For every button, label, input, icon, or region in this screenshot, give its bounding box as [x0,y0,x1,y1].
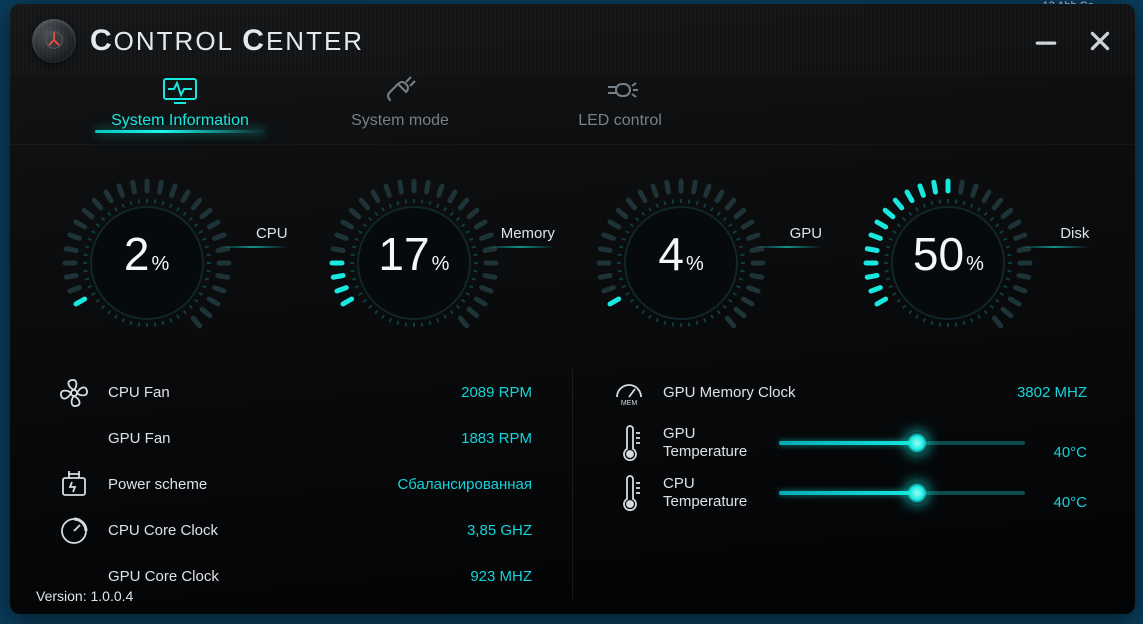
stat-value: 923 MHZ [470,568,532,585]
stat-value: Сбалансированная [397,476,532,493]
stat-row: Power schemeСбалансированная [58,461,532,507]
stats-col-left: CPU Fan2089 RPMGPU Fan1883 RPMPower sche… [58,369,573,599]
tab-led-control[interactable]: LED control [510,70,730,144]
stats-col-right: MEM GPU Memory Clock 3802 MHZ GPUTempera… [613,369,1087,599]
temp-label: CPUTemperature [663,475,773,511]
gauge-row: CPU 2% Memory 17% GPU 4% Disk 50% [10,145,1135,355]
stat-row: CPU Fan2089 RPM [58,369,532,415]
stat-label: CPU Fan [108,384,461,401]
gauge-cpu: CPU 2% [52,175,292,345]
power-icon [58,469,90,499]
stat-label: Power scheme [108,476,397,493]
stat-label: GPU Core Clock [108,568,470,585]
gauge-label: GPU [752,225,822,252]
stat-label: GPU Fan [108,430,461,447]
stat-label: CPU Core Clock [108,522,467,539]
temp-value: 40°C [1031,444,1087,461]
stat-value: 2089 RPM [461,384,532,401]
close-button[interactable] [1087,28,1113,54]
stat-value: 1883 RPM [461,430,532,447]
tab-system-mode[interactable]: System mode [290,70,510,144]
temp-label: GPUTemperature [663,425,773,461]
gauge-label: Disk [1019,225,1089,252]
gauge-value: 50% [889,227,1007,281]
tab-label: LED control [578,112,662,129]
gauge-value: 4% [622,227,740,281]
gauge-label: CPU [218,225,288,252]
version-footer: Version: 1.0.0.4 [36,588,133,604]
temp-value: 40°C [1031,494,1087,511]
led-icon [510,76,730,106]
stat-row: GPU Fan1883 RPM [58,415,532,461]
minimize-button[interactable] [1033,28,1059,54]
thermometer-icon [613,425,645,461]
stat-row: CPU Core Clock3,85 GHZ [58,507,532,553]
stat-value: 3802 MHZ [1017,384,1087,401]
stat-label: GPU Memory Clock [663,384,1017,401]
gauge-value: 2% [88,227,206,281]
gpu-temp-row: GPUTemperature 40°C [613,415,1087,465]
thermometer-icon [613,475,645,511]
svg-text:MEM: MEM [621,400,638,407]
tab-system-information[interactable]: System Information [70,70,290,144]
tab-bar: System Information System mode [10,66,1135,145]
gauge-value: 17% [355,227,473,281]
monitor-pulse-icon [70,76,290,106]
stats-section: CPU Fan2089 RPMGPU Fan1883 RPMPower sche… [10,355,1135,599]
clock-icon [58,515,90,545]
cpu-temp-slider[interactable] [779,478,1025,508]
mem-gauge-icon: MEM [613,377,645,407]
gauge-disk: Disk 50% [853,175,1093,345]
titlebar: Control Center [10,4,1135,66]
fan-icon [58,377,90,407]
gauge-label: Memory [485,225,555,252]
stat-value: 3,85 GHZ [467,522,532,539]
app-logo-icon [32,19,76,63]
cpu-temp-row: CPUTemperature 40°C [613,465,1087,515]
gpu-temp-slider[interactable] [779,428,1025,458]
gauge-gpu: GPU 4% [586,175,826,345]
app-title: Control Center [90,24,364,58]
tab-label: System Information [111,112,249,129]
gauge-memory: Memory 17% [319,175,559,345]
control-center-window: Control Center System Information [10,4,1135,614]
stat-row: MEM GPU Memory Clock 3802 MHZ [613,369,1087,415]
tab-label: System mode [351,112,449,129]
plug-icon [290,76,510,106]
